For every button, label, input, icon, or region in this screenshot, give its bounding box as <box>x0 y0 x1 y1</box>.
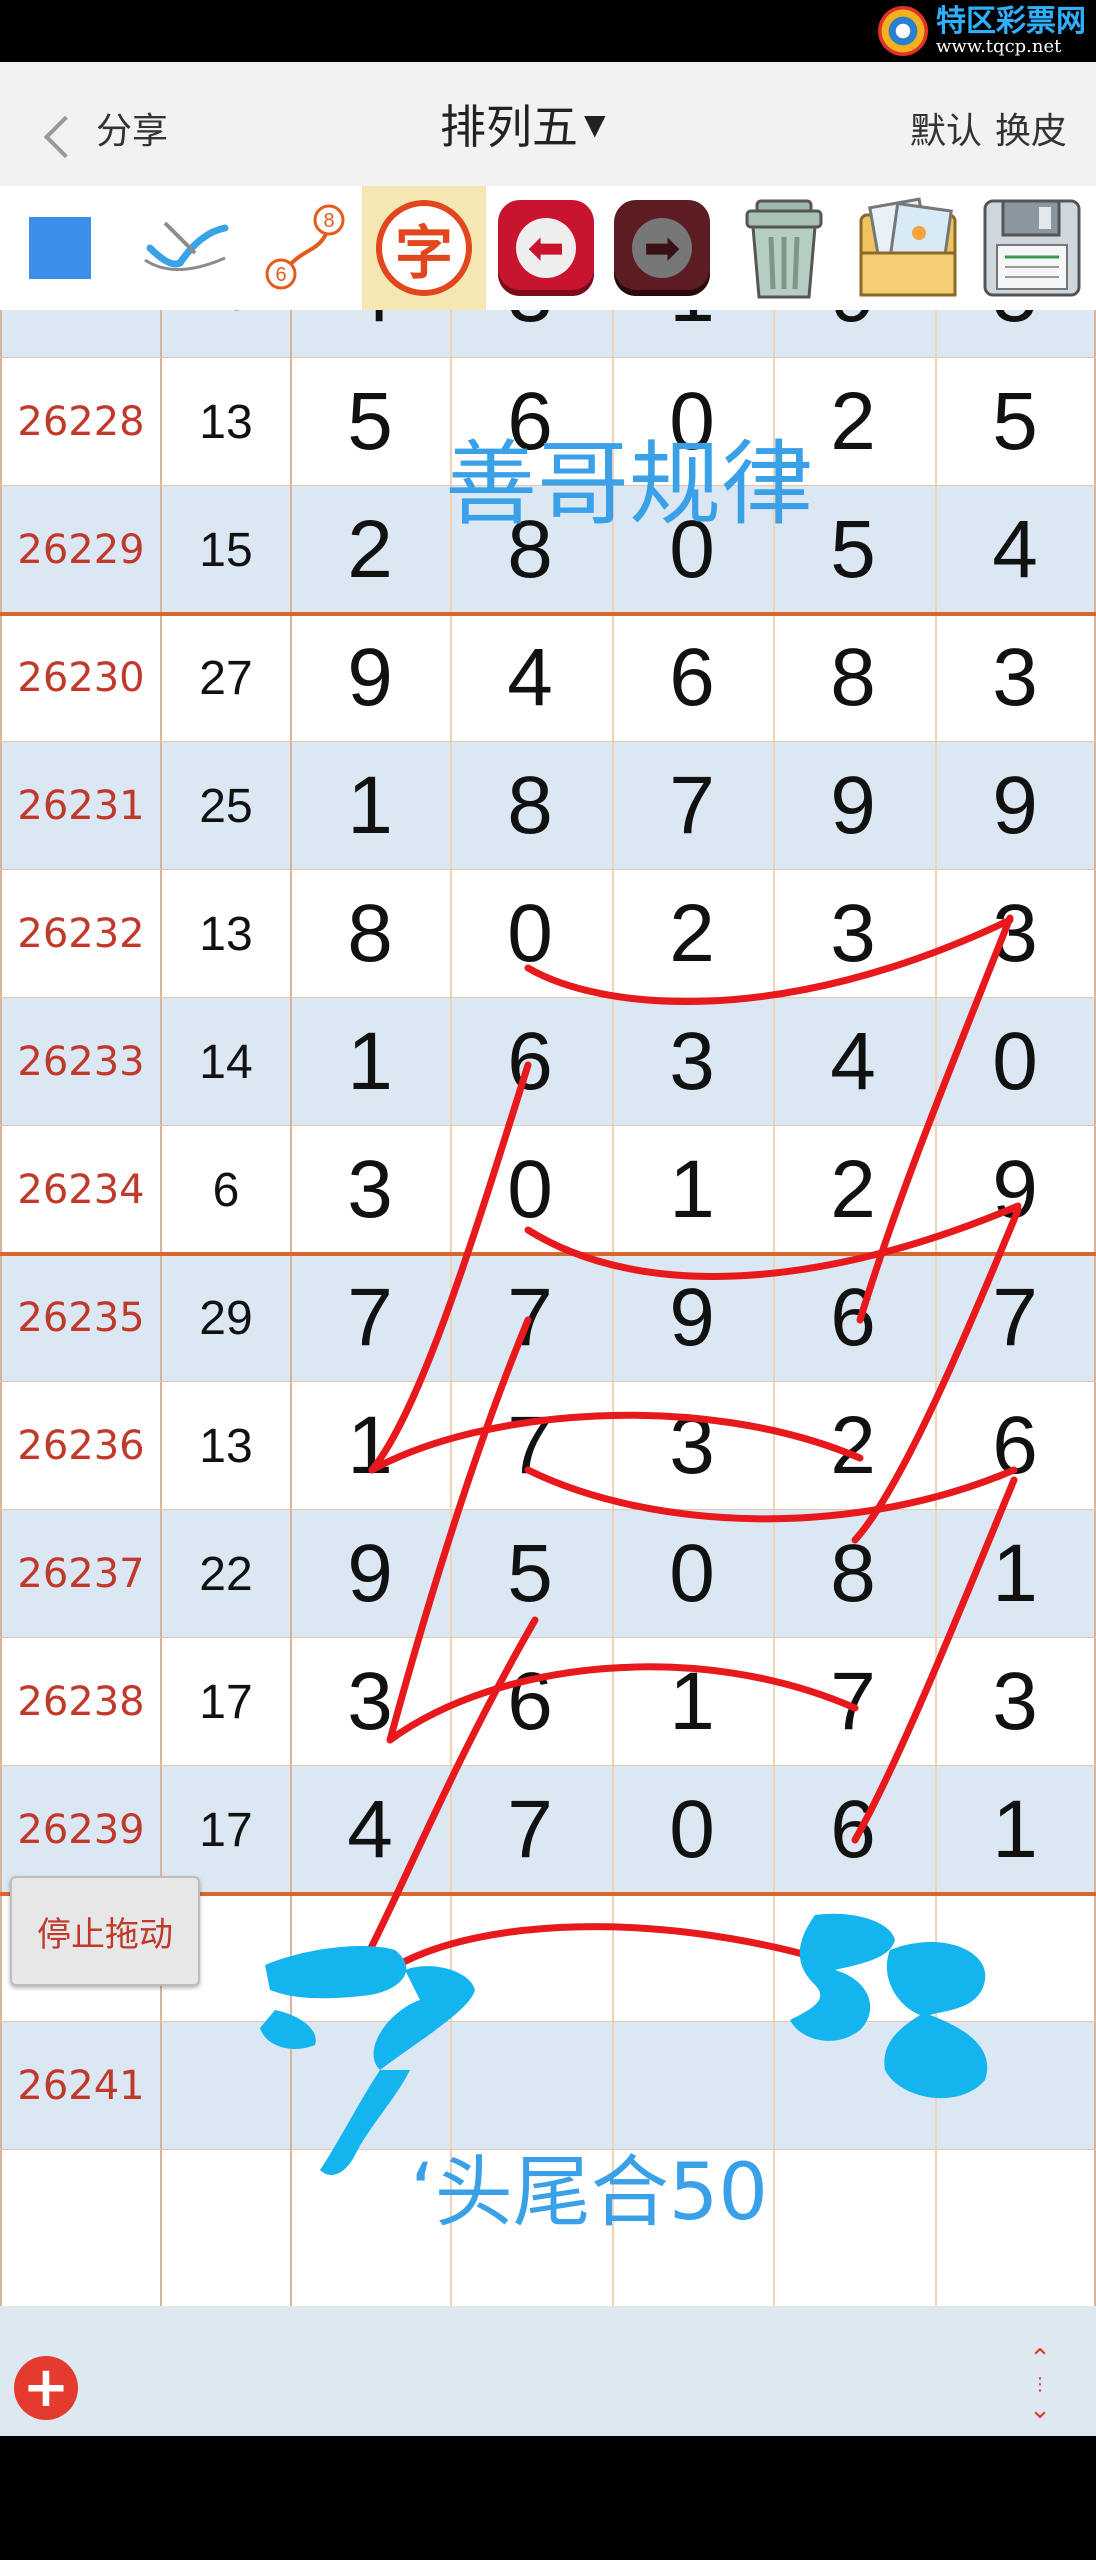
caret-down-icon: ▼ <box>584 107 606 141</box>
plus-icon: + <box>22 2355 70 2420</box>
arrow-right-icon: ➡ <box>614 200 710 296</box>
character-icon: 字 <box>376 200 472 296</box>
watermark-title: 特区彩票网 <box>936 4 1086 39</box>
drawing-toolbar: 8 6 字 ⬅ ➡ <box>0 186 1096 310</box>
badge-bottom-text: 6 <box>275 264 286 286</box>
drawing-overlay <box>260 914 1022 2175</box>
undo-button[interactable]: ⬅ <box>490 186 602 310</box>
scroll-toggle-button[interactable]: ⌃ ⋮ ⌄ <box>1012 2344 1068 2425</box>
title-annotation-text: 善哥规律 <box>445 431 814 538</box>
nav-bar: 分享 排列五 ▼ 默认 换皮 <box>0 62 1096 186</box>
clear-button[interactable] <box>722 186 846 310</box>
bottom-annotation-text: ‘头尾合50 <box>410 2148 769 2238</box>
connect-numbers-button[interactable]: 8 6 <box>250 186 360 310</box>
default-button[interactable]: 默认 <box>910 102 982 154</box>
dots-icon: ⋮ <box>1031 2374 1049 2395</box>
color-swatch-icon <box>29 217 91 279</box>
skin-button[interactable]: 换皮 <box>995 102 1067 154</box>
badge-top-text: 8 <box>323 210 334 232</box>
pen-tool-button[interactable] <box>130 186 240 310</box>
status-bar: 特区彩票网 www.tqcp.net <box>0 0 1096 62</box>
arrow-left-icon: ⬅ <box>498 200 594 296</box>
results-table: 2622717431952622813560252622915280542623… <box>0 310 1096 2306</box>
photo-folder-icon <box>859 197 957 297</box>
watermark-logo-icon <box>878 6 928 56</box>
red-connection-strokes <box>366 914 1022 1969</box>
lottery-type-dropdown[interactable]: 排列五 ▼ <box>440 92 606 156</box>
stop-drag-button[interactable]: 停止拖动 <box>10 1876 200 1986</box>
page-title: 排列五 <box>440 100 578 154</box>
floppy-disk-icon <box>983 199 1081 297</box>
connect-dots-icon: 8 6 <box>265 204 345 290</box>
add-button[interactable]: + <box>14 2356 78 2420</box>
trash-icon <box>745 199 823 299</box>
watermark-url: www.tqcp.net <box>936 36 1062 57</box>
back-button[interactable] <box>20 92 90 159</box>
chevron-left-icon <box>43 115 87 159</box>
chevron-down-icon: ⌄ <box>1029 2395 1051 2425</box>
redo-button[interactable]: ➡ <box>606 186 718 310</box>
color-picker-button[interactable] <box>0 186 120 310</box>
system-nav-area <box>0 2436 1096 2560</box>
gallery-button[interactable] <box>846 186 970 310</box>
chevron-up-icon: ⌃ <box>1029 2344 1051 2374</box>
text-tool-button[interactable]: 字 <box>362 186 486 310</box>
pen-check-icon <box>144 221 229 271</box>
bottom-bar: + ⌃ ⋮ ⌄ <box>0 2306 1096 2436</box>
watermark: 特区彩票网 www.tqcp.net <box>878 6 1086 56</box>
share-button[interactable]: 分享 <box>96 102 168 154</box>
save-button[interactable] <box>970 186 1094 310</box>
